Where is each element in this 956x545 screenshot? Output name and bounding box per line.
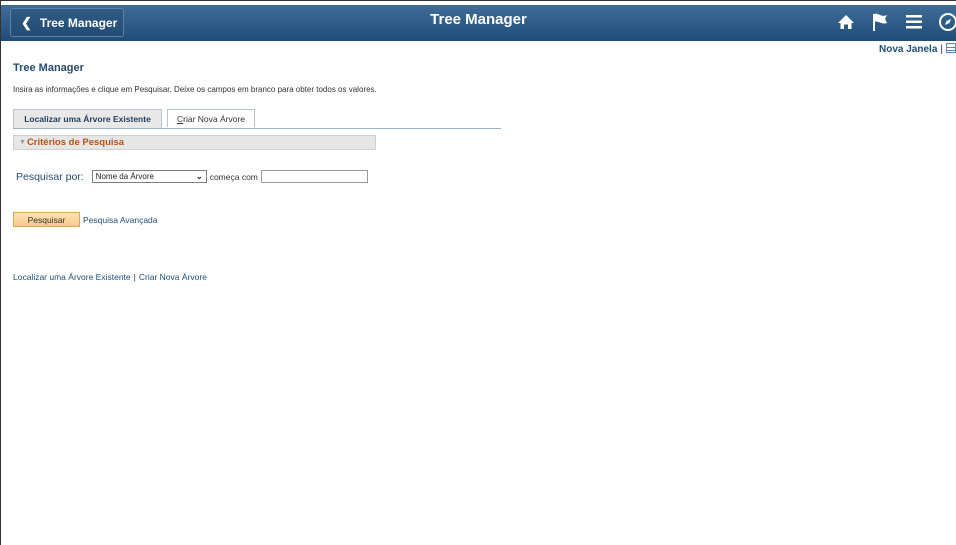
flag-icon[interactable] bbox=[869, 11, 891, 33]
tab-find-existing-tree[interactable]: Localizar uma Árvore Existente bbox=[13, 109, 162, 128]
search-by-selected-value: Nome da Árvore bbox=[95, 172, 154, 181]
find-existing-tree-link[interactable]: Localizar uma Árvore Existente bbox=[13, 272, 131, 282]
new-window-link[interactable]: Nova Janela bbox=[879, 44, 937, 55]
instructions-text: Insira as informações e clique em Pesqui… bbox=[13, 85, 377, 94]
search-value-input[interactable] bbox=[260, 170, 368, 183]
header-title: Tree Manager bbox=[430, 11, 527, 28]
tab-create-new-tree[interactable]: Criar Nova Árvore bbox=[167, 109, 255, 127]
search-criteria-header[interactable]: ▼ Critérios de Pesquisa bbox=[13, 135, 376, 150]
tab-create-label: riar Nova Árvore bbox=[183, 113, 246, 124]
menu-icon[interactable] bbox=[903, 11, 925, 33]
navbar-compass-icon[interactable] bbox=[937, 11, 956, 33]
chevron-down-icon: ⌄ bbox=[196, 172, 203, 181]
bottom-links: Localizar uma Árvore Existente | Criar Nov… bbox=[13, 272, 207, 282]
tab-bar: Localizar uma Árvore Existente Criar Nov… bbox=[13, 109, 501, 129]
search-by-label: Pesquisar por: bbox=[16, 170, 84, 183]
search-criteria-label: Critérios de Pesquisa bbox=[26, 137, 125, 148]
advanced-search-link[interactable]: Pesquisa Avançada bbox=[83, 215, 158, 225]
bottom-link-separator: | bbox=[133, 272, 136, 282]
header-bar: ❮ Tree Manager Tree Manager bbox=[1, 5, 956, 41]
link-separator: | bbox=[940, 44, 943, 55]
home-icon[interactable] bbox=[835, 11, 857, 33]
personalize-page-icon[interactable] bbox=[946, 43, 956, 53]
search-button-label: Pesquisar bbox=[27, 214, 66, 225]
top-right-links: Nova Janela | bbox=[879, 43, 956, 55]
create-new-tree-link[interactable]: Criar Nova Árvore bbox=[139, 272, 207, 282]
page-frame: ❮ Tree Manager Tree Manager Nova Janela … bbox=[0, 0, 956, 545]
search-button[interactable]: Pesquisar bbox=[13, 212, 80, 227]
collapse-triangle-icon: ▼ bbox=[19, 139, 26, 146]
search-row: Pesquisar por: Nome da Árvore ⌄ começa c… bbox=[16, 169, 368, 184]
page-title: Tree Manager bbox=[13, 62, 84, 74]
search-by-select[interactable]: Nome da Árvore ⌄ bbox=[91, 170, 207, 183]
operator-label: começa com bbox=[209, 171, 258, 182]
tab-find-label: Localizar uma Árvore Existente bbox=[24, 114, 151, 124]
